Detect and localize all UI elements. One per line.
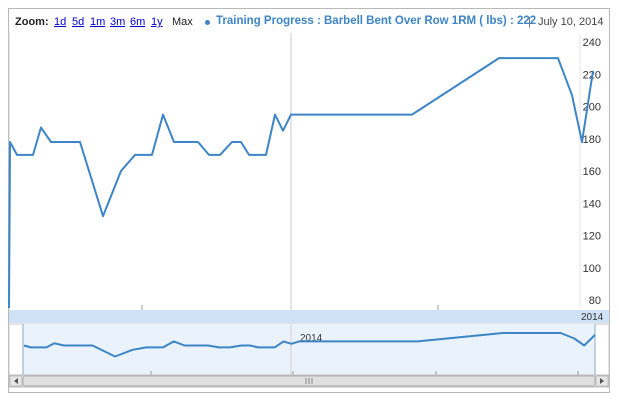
range-band [9,310,609,323]
navigator-window[interactable] [23,324,595,375]
y-tick-label: 100 [583,263,601,275]
chart-svg: 80100120140160180200220240 2014 2014 [8,33,610,388]
scrollbar[interactable] [8,374,610,388]
y-tick-label: 240 [583,37,601,49]
range-band-year-label: 2014 [581,312,604,323]
y-tick-label: 200 [583,102,601,114]
main-plot[interactable]: 80100120140160180200220240 [8,33,601,310]
y-tick-label: 80 [589,295,601,307]
y-tick-label: 180 [583,134,601,146]
y-tick-label: 120 [583,231,601,243]
y-tick-label: 160 [583,166,601,178]
navigator[interactable]: 2014 [8,323,610,376]
series-line [8,57,594,309]
y-tick-label: 140 [583,198,601,210]
